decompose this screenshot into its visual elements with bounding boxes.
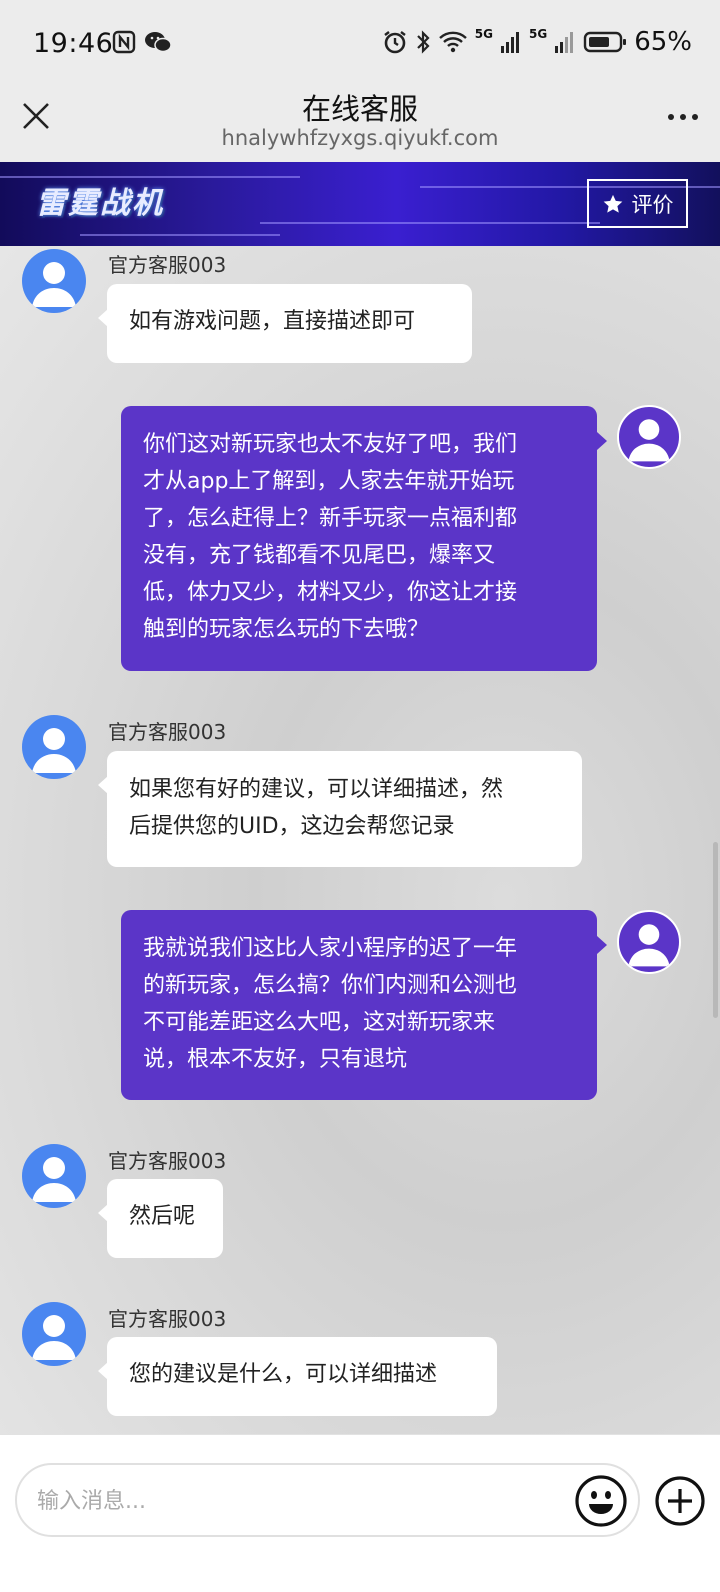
sender-name: 官方客服003 xyxy=(108,253,227,277)
user-avatar xyxy=(617,405,681,469)
user-message: 你们这对新玩家也太不友好了吧，我们 才从app上了解到，人家去年就开始玩 了，怎… xyxy=(121,406,597,671)
agent-message: 然后呢 xyxy=(107,1179,223,1258)
user-avatar-icon xyxy=(32,262,76,307)
page-url: hnalywhfzyxgs.qiyukf.com xyxy=(221,126,499,150)
message-line: 没有，充了钱都看不见尾巴，爆率又 xyxy=(143,543,496,568)
signal-icon xyxy=(501,32,519,53)
message-line: 我就说我们这比人家小程序的迟了一年 xyxy=(143,936,518,961)
star-icon xyxy=(603,194,622,213)
status-bar: 19:46 5G 5G 65% xyxy=(0,0,720,92)
emoji-icon[interactable] xyxy=(574,1474,628,1528)
agent-avatar xyxy=(22,249,86,313)
status-notification-icons xyxy=(112,30,172,54)
message-line: 说，根本不友好，只有退坑 xyxy=(143,1047,408,1072)
signal-icon-2 xyxy=(555,32,574,53)
message-line: 触到的玩家怎么玩的下去哦？ xyxy=(143,617,430,642)
nfc-icon xyxy=(112,30,136,54)
chat-area[interactable]: 官方客服003 如有游戏问题，直接描述即可 你们这对新玩家也太不友好了吧，我们 … xyxy=(0,246,720,1434)
user-avatar-icon xyxy=(628,419,670,462)
user-avatar-icon xyxy=(32,728,76,773)
agent-avatar xyxy=(22,1302,86,1366)
user-avatar-icon xyxy=(32,1157,76,1202)
message-line: 不可能差距这么大吧，这对新玩家来 xyxy=(143,1010,496,1035)
rate-button-label: 评价 xyxy=(631,192,674,217)
wechat-icon xyxy=(145,32,172,53)
battery-percent: 65% xyxy=(634,27,692,57)
message-input[interactable] xyxy=(35,1479,559,1523)
agent-avatar xyxy=(22,1144,86,1208)
battery-icon xyxy=(584,31,627,53)
sender-name: 官方客服003 xyxy=(108,1307,227,1331)
message-line: 低，体力又少，材料又少，你这让才接 xyxy=(143,580,518,605)
more-icon[interactable] xyxy=(668,114,698,120)
message-line: 后提供您的UID，这边会帮您记录 xyxy=(129,814,455,839)
network-label-2: 5G xyxy=(529,27,548,41)
bluetooth-icon xyxy=(417,30,430,54)
agent-avatar xyxy=(22,715,86,779)
user-avatar xyxy=(617,910,681,974)
page-title: 在线客服 xyxy=(301,92,418,126)
wifi-icon xyxy=(438,31,467,53)
sender-name: 官方客服003 xyxy=(108,1149,227,1173)
message-input-box[interactable] xyxy=(15,1463,640,1537)
sender-name: 官方客服003 xyxy=(108,720,227,744)
message-line: 你们这对新玩家也太不友好了吧，我们 xyxy=(143,432,518,457)
rate-button[interactable]: 评价 xyxy=(587,179,688,228)
message-line: 如果您有好的建议，可以详细描述，然 xyxy=(129,777,504,802)
game-logo: 雷霆战机 xyxy=(36,186,164,221)
nav-bar: 在线客服 hnalywhfzyxgs.qiyukf.com xyxy=(0,80,720,162)
message-line: 了，怎么赶得上？新手玩家一点福利都 xyxy=(143,506,518,531)
network-label-1: 5G xyxy=(474,27,493,41)
agent-message: 如果您有好的建议，可以详细描述，然 后提供您的UID，这边会帮您记录 xyxy=(107,751,582,867)
user-avatar-icon xyxy=(628,924,670,967)
message-line: 的新玩家，怎么搞？你们内测和公测也 xyxy=(143,973,518,998)
scrollbar[interactable] xyxy=(713,842,718,1018)
user-message: 我就说我们这比人家小程序的迟了一年 的新玩家，怎么搞？你们内测和公测也 不可能差… xyxy=(121,910,597,1100)
status-time: 19:46 xyxy=(33,28,114,59)
plus-icon[interactable] xyxy=(654,1475,706,1527)
message-line: 才从app上了解到，人家去年就开始玩 xyxy=(143,469,515,494)
user-avatar-icon xyxy=(32,1315,76,1360)
alarm-icon xyxy=(384,31,406,54)
status-right: 5G 5G 65% xyxy=(382,27,692,57)
agent-message: 如有游戏问题，直接描述即可 xyxy=(107,284,472,363)
agent-message: 您的建议是什么，可以详细描述 xyxy=(107,1337,497,1416)
